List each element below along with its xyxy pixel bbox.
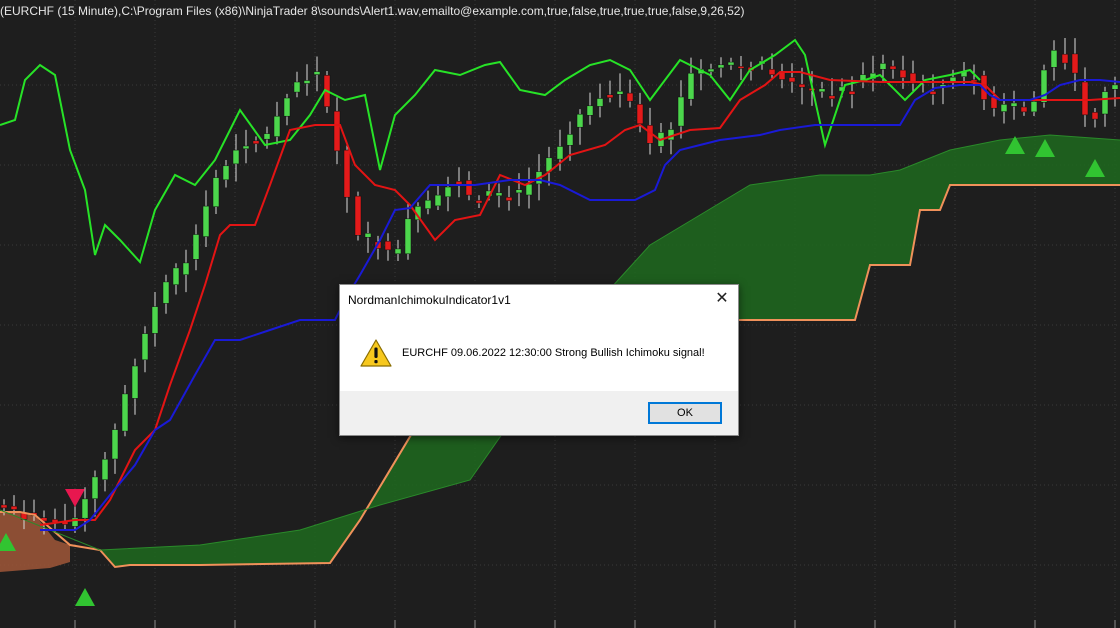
candle <box>162 274 170 314</box>
candle <box>455 167 463 198</box>
candle <box>192 224 200 271</box>
candle <box>313 56 321 92</box>
candle <box>788 63 796 93</box>
candle <box>576 109 584 145</box>
candle <box>141 326 149 373</box>
candle <box>606 80 614 103</box>
candle <box>475 195 483 208</box>
dialog-titlebar[interactable]: NordmanIchimokuIndicator1v1 ✕ <box>340 285 738 313</box>
chart-title: (EURCHF (15 Minute),C:\Program Files (x8… <box>0 4 745 18</box>
buy-signal-triangle-icon <box>75 588 95 606</box>
candle <box>717 57 725 78</box>
candle <box>222 160 230 188</box>
candle <box>899 55 907 89</box>
close-icon[interactable]: ✕ <box>710 288 734 310</box>
dialog-footer: OK <box>340 391 738 435</box>
candle <box>434 185 442 210</box>
candle <box>444 176 452 212</box>
candle <box>354 191 362 241</box>
candle <box>151 292 159 347</box>
candle <box>1030 91 1038 116</box>
candle <box>121 385 129 437</box>
candle <box>939 79 947 105</box>
candle <box>495 183 503 208</box>
candle <box>101 452 109 492</box>
candle <box>252 136 260 153</box>
candle <box>273 101 281 145</box>
candle <box>384 233 392 261</box>
candle <box>697 59 705 91</box>
candle <box>667 122 675 155</box>
candle <box>626 79 634 108</box>
candle <box>232 134 240 182</box>
candle <box>889 60 897 79</box>
candle <box>293 71 301 98</box>
candle <box>172 263 180 295</box>
candle <box>869 55 877 92</box>
candle <box>1081 67 1089 127</box>
candle <box>202 190 210 247</box>
warning-icon <box>360 339 392 367</box>
candle <box>1071 38 1079 91</box>
candle <box>343 142 351 213</box>
candle <box>131 358 139 415</box>
candle <box>182 249 190 293</box>
candle <box>1101 86 1109 127</box>
candle <box>505 185 513 211</box>
candle <box>303 64 311 96</box>
candle <box>1010 90 1018 120</box>
candle <box>616 73 624 108</box>
candle <box>1061 38 1069 70</box>
candle <box>970 64 978 95</box>
candle <box>364 221 372 253</box>
candle <box>51 508 59 529</box>
candle <box>61 503 69 531</box>
candle <box>283 93 291 126</box>
time-axis-ticks <box>74 620 1116 628</box>
candle <box>909 60 917 93</box>
candle <box>1020 101 1028 116</box>
candle <box>333 97 341 165</box>
ok-button[interactable]: OK <box>648 402 722 424</box>
candle <box>111 423 119 474</box>
candle <box>818 81 826 98</box>
candle <box>859 62 867 89</box>
candle <box>1040 64 1048 108</box>
candle <box>525 167 533 209</box>
candle <box>677 80 685 139</box>
candle <box>424 190 432 215</box>
candle <box>1000 93 1008 124</box>
candle <box>212 169 220 214</box>
candle <box>1050 40 1058 81</box>
dialog-title: NordmanIchimokuIndicator1v1 <box>348 293 511 307</box>
candle <box>737 56 745 81</box>
alert-dialog: NordmanIchimokuIndicator1v1 ✕ EURCHF 09.… <box>339 284 739 436</box>
candle <box>596 83 604 118</box>
candle <box>1091 108 1099 128</box>
candle <box>586 92 594 125</box>
candle <box>515 173 523 207</box>
dialog-body: EURCHF 09.06.2022 12:30:00 Strong Bullis… <box>340 313 738 391</box>
candle <box>727 57 735 70</box>
candle <box>404 203 412 260</box>
candle <box>828 78 836 107</box>
candle <box>394 239 402 261</box>
candle <box>545 146 553 186</box>
dialog-message: EURCHF 09.06.2022 12:30:00 Strong Bullis… <box>402 347 705 359</box>
candle <box>242 129 250 164</box>
